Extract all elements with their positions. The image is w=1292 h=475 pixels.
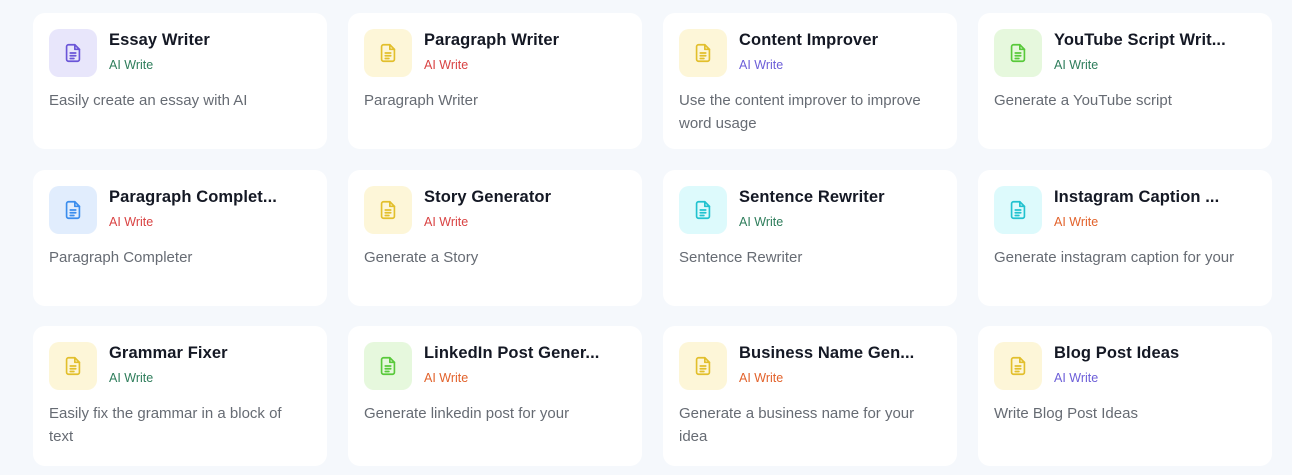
document-icon: [994, 342, 1042, 390]
document-icon: [49, 29, 97, 77]
document-icon: [364, 186, 412, 234]
tool-tag: AI Write: [739, 58, 784, 72]
tool-card-story-generator[interactable]: Story Generator AI Write Generate a Stor…: [348, 170, 642, 306]
tool-card-grammar-fixer[interactable]: Grammar Fixer AI Write Easily fix the gr…: [33, 326, 327, 466]
tool-description: Easily create an essay with AI: [49, 92, 248, 109]
document-icon: [994, 186, 1042, 234]
tool-tag: AI Write: [424, 371, 469, 385]
tool-card-sentence-rewriter[interactable]: Sentence Rewriter AI Write Sentence Rewr…: [663, 170, 957, 306]
tool-title: Content Improver: [739, 31, 879, 49]
document-icon: [49, 186, 97, 234]
tool-title: Business Name Gen...: [739, 344, 915, 362]
tool-tag: AI Write: [424, 215, 469, 229]
tool-card-linkedin-post-generator[interactable]: LinkedIn Post Gener... AI Write Generate…: [348, 326, 642, 466]
tool-title: Story Generator: [424, 188, 552, 206]
tool-card-essay-writer[interactable]: Essay Writer AI Write Easily create an e…: [33, 13, 327, 149]
tool-tag: AI Write: [424, 58, 469, 72]
tool-tag: AI Write: [1054, 58, 1099, 72]
tool-description: Paragraph Completer: [49, 249, 193, 266]
tool-title: Paragraph Writer: [424, 31, 560, 49]
tool-title: YouTube Script Writ...: [1054, 31, 1226, 49]
document-icon: [49, 342, 97, 390]
tool-description: Sentence Rewriter: [679, 249, 803, 266]
tool-description: Generate instagram caption for your: [994, 249, 1235, 266]
tool-card-content-improver[interactable]: Content Improver AI Write Use the conten…: [663, 13, 957, 149]
tool-title: Paragraph Complet...: [109, 188, 277, 206]
document-icon: [364, 342, 412, 390]
tool-card-grid: Essay Writer AI Write Easily create an e…: [0, 0, 1292, 475]
tool-tag: AI Write: [739, 371, 784, 385]
tool-card-paragraph-completer[interactable]: Paragraph Complet... AI Write Paragraph …: [33, 170, 327, 306]
tool-tag: AI Write: [739, 215, 784, 229]
tool-tag: AI Write: [109, 371, 154, 385]
tool-description: Generate a Story: [364, 249, 479, 266]
tool-title: Grammar Fixer: [109, 344, 228, 362]
document-icon: [679, 29, 727, 77]
document-icon: [364, 29, 412, 77]
tool-description: Use the content improver to improve word…: [679, 92, 921, 132]
tool-tag: AI Write: [109, 58, 154, 72]
tool-tag: AI Write: [1054, 215, 1099, 229]
tool-title: Sentence Rewriter: [739, 188, 885, 206]
tool-card-youtube-script-writer[interactable]: YouTube Script Writ... AI Write Generate…: [978, 13, 1272, 149]
document-icon: [679, 186, 727, 234]
tool-description: Easily fix the grammar in a block of tex…: [49, 405, 282, 445]
tool-description: Generate linkedin post for your: [364, 405, 570, 422]
tool-title: Instagram Caption ...: [1054, 188, 1220, 206]
tool-title: LinkedIn Post Gener...: [424, 344, 600, 362]
tool-card-blog-post-ideas[interactable]: Blog Post Ideas AI Write Write Blog Post…: [978, 326, 1272, 466]
tool-tag: AI Write: [1054, 371, 1099, 385]
document-icon: [994, 29, 1042, 77]
tool-card-business-name-generator[interactable]: Business Name Gen... AI Write Generate a…: [663, 326, 957, 466]
tool-title: Essay Writer: [109, 31, 210, 49]
tool-description: Paragraph Writer: [364, 92, 478, 109]
tool-description: Generate a YouTube script: [994, 92, 1172, 109]
tool-tag: AI Write: [109, 215, 154, 229]
document-icon: [679, 342, 727, 390]
tool-description: Generate a business name for your idea: [679, 405, 915, 445]
tool-title: Blog Post Ideas: [1054, 344, 1180, 362]
tool-card-instagram-caption[interactable]: Instagram Caption ... AI Write Generate …: [978, 170, 1272, 306]
tool-description: Write Blog Post Ideas: [994, 405, 1138, 422]
tool-card-paragraph-writer[interactable]: Paragraph Writer AI Write Paragraph Writ…: [348, 13, 642, 149]
